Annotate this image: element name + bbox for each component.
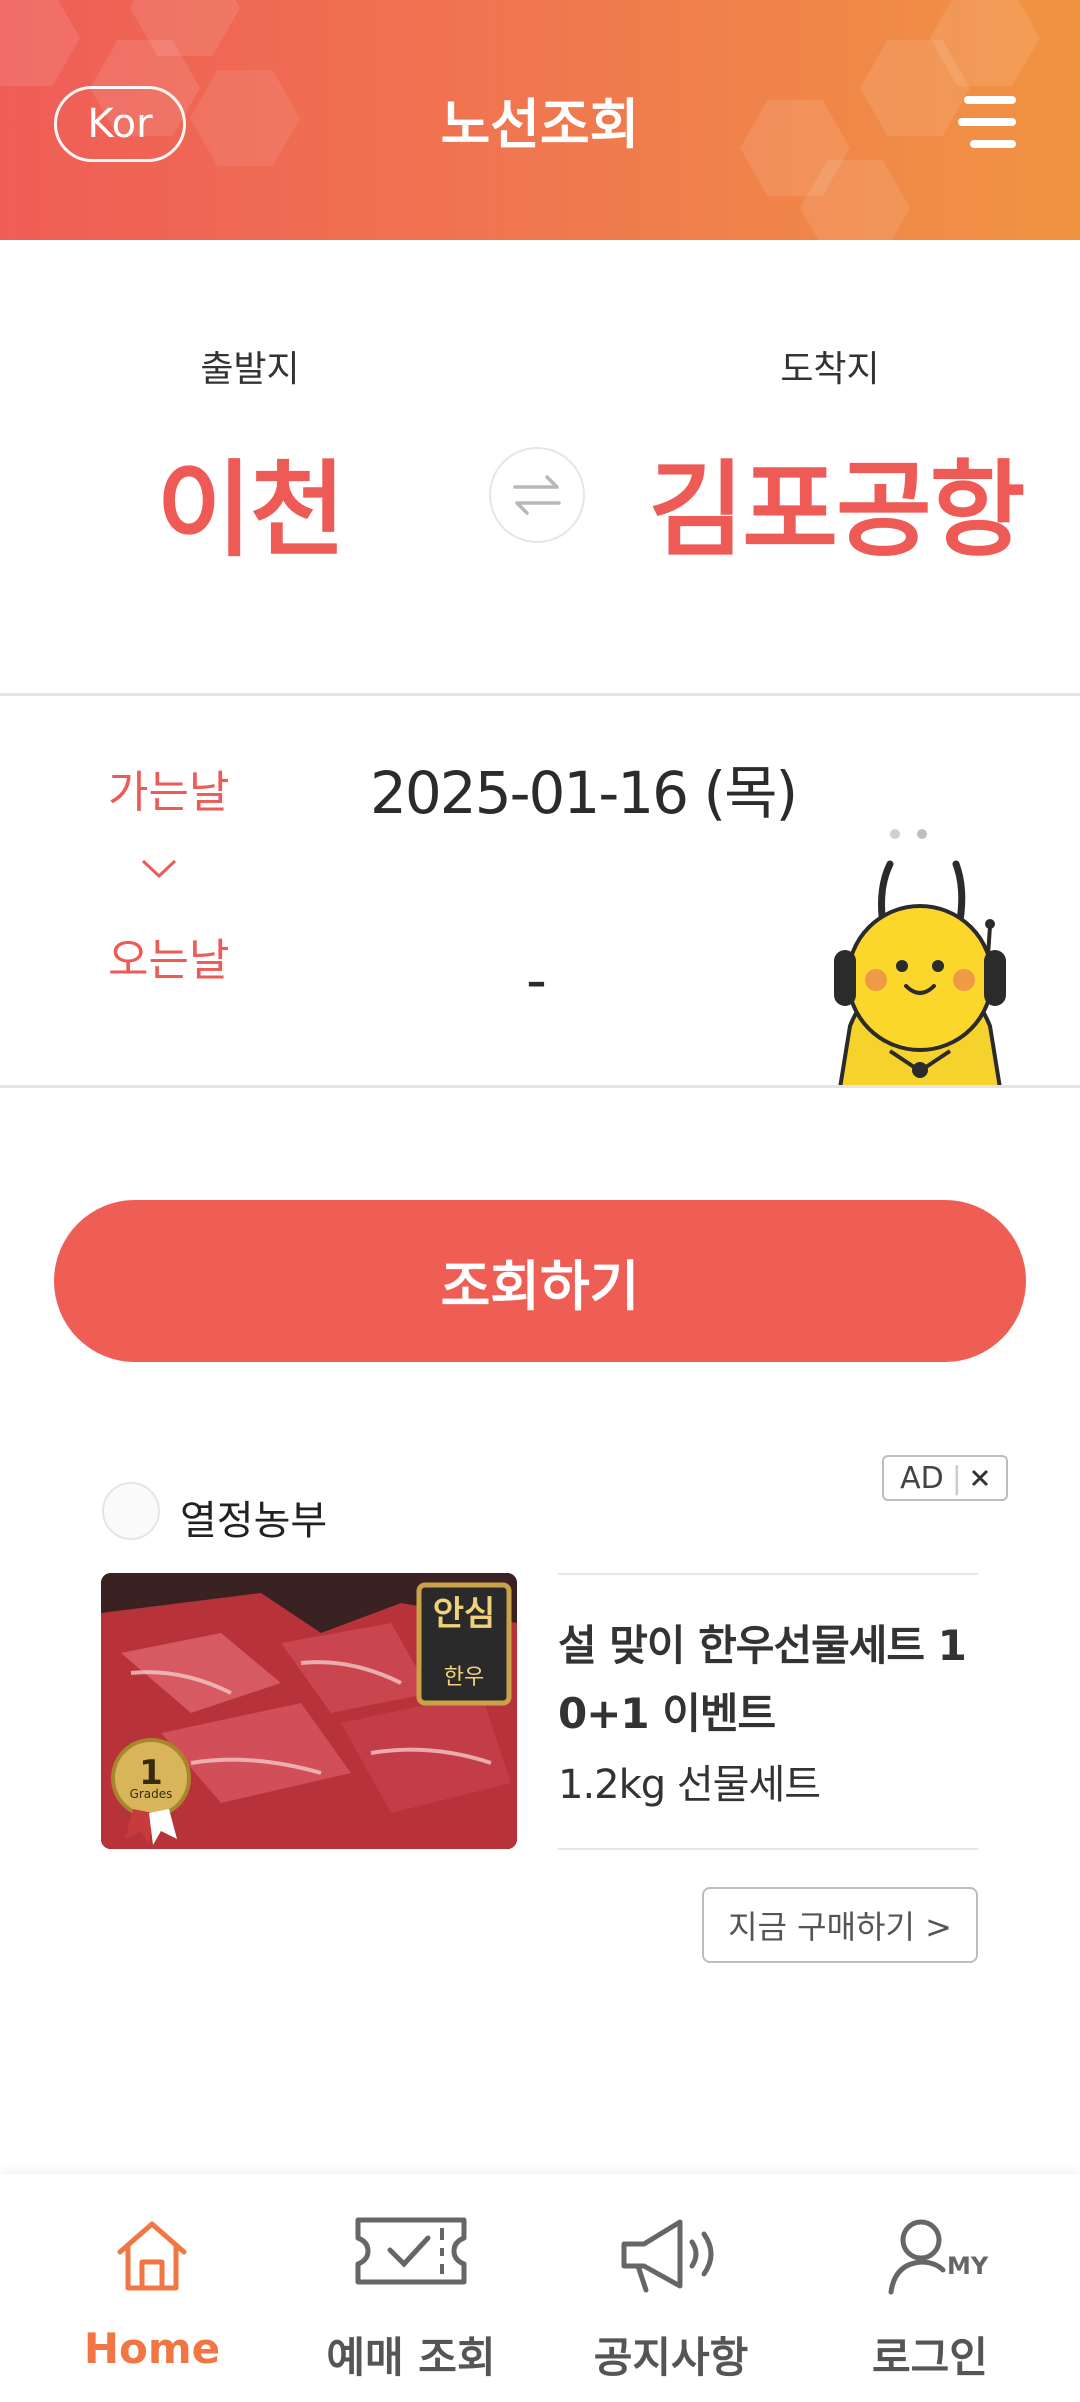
product-label-small: 한우 xyxy=(443,1665,485,1690)
ad-separator: | xyxy=(951,1460,962,1496)
grade-badge-caption: Grades xyxy=(129,1787,173,1801)
search-button[interactable]: 조회하기 xyxy=(54,1200,1026,1362)
nav-item-home[interactable]: Home xyxy=(17,2174,287,2402)
advertiser-name: 열정농부 xyxy=(180,1498,328,1544)
arrival-label: 도착지 xyxy=(780,349,880,390)
nav-label: 예매 조회 xyxy=(326,2333,496,2382)
ticket-check-icon xyxy=(355,2217,467,2285)
go-date-label[interactable]: 가는날 xyxy=(108,756,229,820)
app-header: Kor 노선조회 xyxy=(0,0,1080,240)
megaphone-icon xyxy=(621,2219,714,2293)
divider xyxy=(558,1573,978,1575)
ad-subtitle: 1.2kg 선물세트 xyxy=(558,1762,821,1808)
nav-item-notice[interactable]: 공지사항 xyxy=(536,2174,806,2402)
advertiser-logo xyxy=(102,1482,160,1540)
my-badge: MY xyxy=(947,2252,989,2280)
swap-arrows-icon xyxy=(513,475,561,515)
nav-label: 공지사항 xyxy=(593,2333,749,2382)
close-icon[interactable] xyxy=(970,1468,990,1488)
nav-item-reservation[interactable]: 예매 조회 xyxy=(276,2174,546,2402)
divider xyxy=(0,1085,1080,1088)
product-label: 안심 xyxy=(432,1594,496,1634)
nav-label: 로그인 xyxy=(872,2333,988,2382)
ad-product-image[interactable]: 안심 한우 1 Grades xyxy=(101,1573,517,1849)
arrival-city[interactable]: 김포공항 xyxy=(626,425,1046,576)
go-date-value[interactable]: 2025-01-16 (목) xyxy=(370,746,798,830)
buy-now-button[interactable]: 지금 구매하기 > xyxy=(702,1887,978,1963)
bottom-navigation: Home 예매 조회 공지사항 MY 로그인 xyxy=(0,2174,1080,2402)
departure-city[interactable]: 이천 xyxy=(40,425,460,576)
ad-title[interactable]: 설 맞이 한우선물세트 1 0+1 이벤트 xyxy=(558,1612,978,1748)
home-icon xyxy=(117,2221,187,2291)
nav-label: Home xyxy=(83,2324,221,2373)
ad-badge[interactable]: AD | xyxy=(882,1455,1008,1501)
swap-route-button[interactable] xyxy=(489,447,585,543)
hamburger-menu-icon[interactable] xyxy=(958,96,1016,148)
route-selector: 출발지 이천 도착지 김포공항 xyxy=(0,240,1080,694)
page-title: 노선조회 xyxy=(440,93,640,156)
hexagon-pattern xyxy=(0,0,80,86)
departure-label: 출발지 xyxy=(200,349,300,390)
date-selector: 가는날 2025-01-16 (목) 오는날 - xyxy=(0,696,1080,1086)
ad-label: AD xyxy=(900,1460,944,1496)
chevron-down-icon xyxy=(141,859,177,879)
bee-mascot-icon xyxy=(834,829,1006,1086)
return-date-value[interactable]: - xyxy=(526,946,547,1014)
return-date-label[interactable]: 오는날 xyxy=(108,924,229,988)
divider xyxy=(558,1848,978,1850)
nav-item-login[interactable]: MY 로그인 xyxy=(795,2174,1065,2402)
